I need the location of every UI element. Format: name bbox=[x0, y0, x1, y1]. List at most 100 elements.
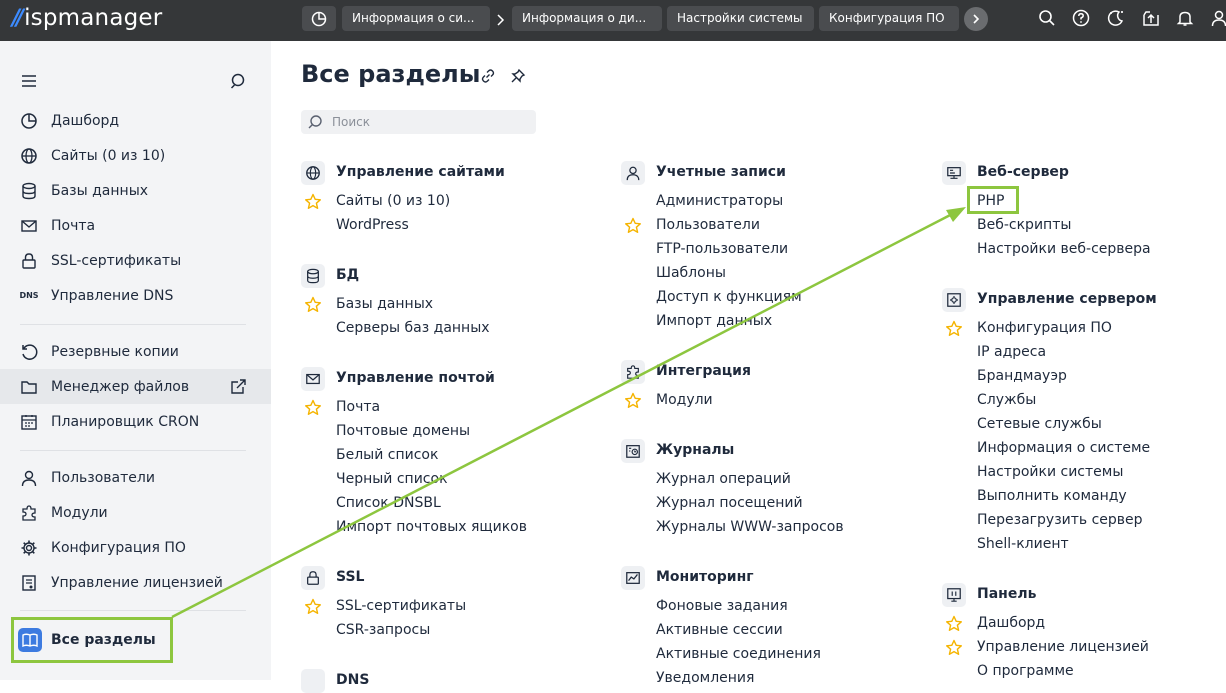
link-network-services[interactable]: Сетевые службы bbox=[977, 416, 1102, 432]
star-icon[interactable] bbox=[945, 320, 963, 338]
link-sites[interactable]: Сайты (0 из 10) bbox=[336, 193, 450, 209]
dashboard-tab-button[interactable] bbox=[302, 6, 336, 31]
link-web-server-settings[interactable]: Настройки веб-сервера bbox=[977, 241, 1151, 257]
puzzle-icon bbox=[20, 504, 38, 522]
logo[interactable]: // ispmanager bbox=[12, 3, 162, 33]
sidebar-item-label: Пользователи bbox=[51, 469, 155, 486]
link-dashboard[interactable]: Дашборд bbox=[977, 615, 1045, 631]
sidebar-item-mail[interactable]: Почта bbox=[0, 208, 271, 243]
sidebar-item-label: SSL-сертификаты bbox=[51, 252, 182, 269]
link-shell-client[interactable]: Shell-клиент bbox=[977, 536, 1069, 552]
tab-disk-info[interactable]: Информация о ди... bbox=[512, 6, 662, 31]
link-ssl-certs[interactable]: SSL-сертификаты bbox=[336, 598, 466, 614]
link-visits-log[interactable]: Журнал посещений bbox=[656, 495, 803, 511]
link-function-access[interactable]: Доступ к функциям bbox=[656, 289, 802, 305]
sidebar-item-license[interactable]: Управление лицензией bbox=[0, 565, 271, 600]
link-firewall[interactable]: Брандмауэр bbox=[977, 368, 1067, 384]
link-db-servers[interactable]: Серверы баз данных bbox=[336, 320, 490, 336]
star-icon[interactable] bbox=[624, 217, 642, 235]
search-input[interactable] bbox=[332, 110, 528, 134]
link-operations-log[interactable]: Журнал операций bbox=[656, 471, 791, 487]
star-icon[interactable] bbox=[624, 392, 642, 410]
link-services[interactable]: Службы bbox=[977, 392, 1036, 408]
sidebar-item-databases[interactable]: Базы данных bbox=[0, 173, 271, 208]
sidebar-item-dns[interactable]: DNS Управление DNS bbox=[0, 278, 271, 313]
log-icon bbox=[621, 439, 645, 463]
link-ip-addresses[interactable]: IP адреса bbox=[977, 344, 1046, 360]
link-modules[interactable]: Модули bbox=[656, 392, 713, 408]
link-mail[interactable]: Почта bbox=[336, 399, 380, 415]
theme-icon[interactable] bbox=[1106, 8, 1126, 28]
lock-icon bbox=[301, 566, 325, 590]
sidebar-item-all-sections[interactable]: Все разделы bbox=[11, 617, 173, 663]
tab-system-info[interactable]: Информация о си... bbox=[342, 6, 490, 31]
link-software-config[interactable]: Конфигурация ПО bbox=[977, 320, 1112, 336]
external-link-icon[interactable] bbox=[230, 378, 247, 395]
link-templates[interactable]: Шаблоны bbox=[656, 265, 726, 281]
link-whitelist[interactable]: Белый список bbox=[336, 447, 438, 463]
menu-icon[interactable] bbox=[19, 71, 39, 91]
sidebar-item-users[interactable]: Пользователи bbox=[0, 460, 271, 495]
globe-icon bbox=[20, 147, 38, 165]
bell-icon[interactable] bbox=[1175, 8, 1195, 28]
sidebar-item-label: Базы данных bbox=[51, 182, 149, 199]
chevron-right-icon bbox=[973, 14, 980, 24]
star-icon[interactable] bbox=[304, 193, 322, 211]
sidebar-item-file-manager[interactable]: Менеджер файлов bbox=[0, 369, 271, 404]
link-icon[interactable] bbox=[479, 67, 497, 85]
link-notifications[interactable]: Уведомления bbox=[656, 670, 754, 686]
search-icon[interactable] bbox=[1037, 8, 1057, 28]
help-icon[interactable] bbox=[1071, 8, 1091, 28]
sidebar-item-modules[interactable]: Модули bbox=[0, 495, 271, 530]
star-icon[interactable] bbox=[945, 615, 963, 633]
star-icon[interactable] bbox=[304, 598, 322, 616]
sidebar-item-label: Почта bbox=[51, 217, 96, 234]
link-web-scripts[interactable]: Веб-скрипты bbox=[977, 217, 1071, 233]
sidebar-item-backups[interactable]: Резервные копии bbox=[0, 334, 271, 369]
link-active-sessions[interactable]: Активные сессии bbox=[656, 622, 783, 638]
link-wordpress[interactable]: WordPress bbox=[336, 217, 409, 233]
sidebar-item-label: Сайты (0 из 10) bbox=[51, 147, 166, 164]
link-license-management[interactable]: Управление лицензией bbox=[977, 639, 1149, 655]
star-icon[interactable] bbox=[304, 399, 322, 417]
pin-icon[interactable] bbox=[509, 67, 527, 85]
link-system-info[interactable]: Информация о системе bbox=[977, 440, 1150, 456]
tab-system-settings[interactable]: Настройки системы bbox=[667, 6, 814, 31]
server-settings-icon bbox=[942, 288, 966, 312]
link-run-command[interactable]: Выполнить команду bbox=[977, 488, 1127, 504]
sidebar-item-ssl[interactable]: SSL-сертификаты bbox=[0, 243, 271, 278]
sidebar-item-label: Управление лицензией bbox=[51, 574, 223, 591]
link-about[interactable]: О программе bbox=[977, 663, 1074, 679]
sidebar-item-sites[interactable]: Сайты (0 из 10) bbox=[0, 138, 271, 173]
link-reboot-server[interactable]: Перезагрузить сервер bbox=[977, 512, 1143, 528]
link-mail-domains[interactable]: Почтовые домены bbox=[336, 423, 470, 439]
database-icon bbox=[301, 264, 325, 288]
sidebar-item-cron[interactable]: Планировщик CRON bbox=[0, 404, 271, 439]
link-background-tasks[interactable]: Фоновые задания bbox=[656, 598, 788, 614]
link-dnsbl[interactable]: Список DNSBL bbox=[336, 495, 441, 511]
link-csr[interactable]: CSR-запросы bbox=[336, 622, 430, 638]
link-import-mailboxes[interactable]: Импорт почтовых ящиков bbox=[336, 519, 527, 535]
link-databases[interactable]: Базы данных bbox=[336, 296, 433, 312]
sidebar-item-dashboard[interactable]: Дашборд bbox=[0, 103, 271, 138]
sidebar-item-label: Планировщик CRON bbox=[51, 413, 200, 430]
link-import-data[interactable]: Импорт данных bbox=[656, 313, 772, 329]
page-title: Все разделы bbox=[301, 60, 481, 88]
link-blacklist[interactable]: Черный список bbox=[336, 471, 448, 487]
link-users[interactable]: Пользователи bbox=[656, 217, 760, 233]
star-icon[interactable] bbox=[304, 296, 322, 314]
sidebar-search-icon[interactable] bbox=[229, 71, 249, 91]
link-www-logs[interactable]: Журналы WWW-запросов bbox=[656, 519, 844, 535]
tabs-next-button[interactable] bbox=[964, 7, 988, 31]
tab-software-config[interactable]: Конфигурация ПО bbox=[819, 6, 959, 31]
upload-icon[interactable] bbox=[1141, 8, 1161, 28]
link-system-settings[interactable]: Настройки системы bbox=[977, 464, 1123, 480]
sidebar-item-software-config[interactable]: Конфигурация ПО bbox=[0, 530, 271, 565]
search-field[interactable] bbox=[301, 110, 536, 134]
link-admins[interactable]: Администраторы bbox=[656, 193, 783, 209]
user-icon[interactable] bbox=[1209, 8, 1226, 28]
link-ftp-users[interactable]: FTP-пользователи bbox=[656, 241, 788, 257]
link-active-connections[interactable]: Активные соединения bbox=[656, 646, 821, 662]
star-icon[interactable] bbox=[945, 639, 963, 657]
sidebar-item-label: Все разделы bbox=[51, 632, 156, 648]
